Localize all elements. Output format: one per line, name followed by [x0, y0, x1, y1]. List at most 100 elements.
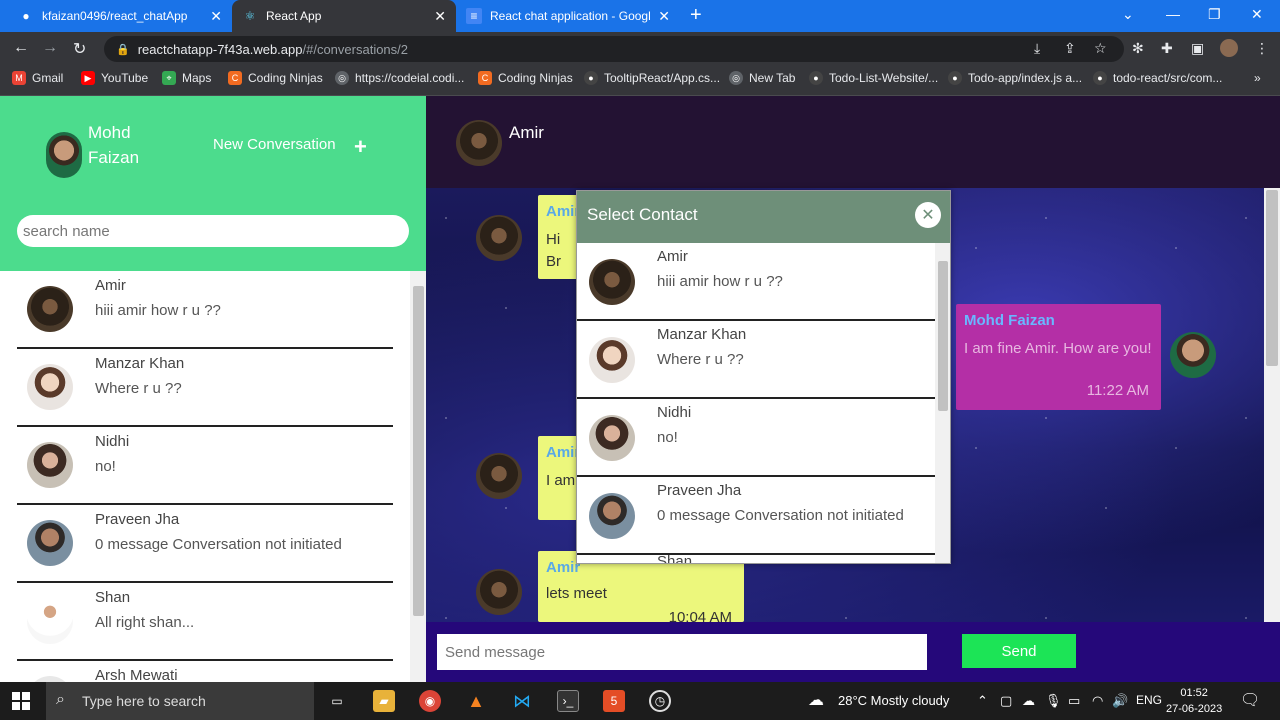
- volume-icon[interactable]: 🔊: [1112, 693, 1128, 709]
- user-avatar[interactable]: [46, 132, 82, 178]
- clock[interactable]: 01:52 27-06-2023: [1166, 685, 1222, 717]
- user-name: Mohd Faizan: [88, 123, 140, 167]
- bookmark-new-tab[interactable]: ◎ New Tab: [729, 71, 795, 85]
- sender-avatar: [1170, 332, 1216, 378]
- bookmark-todo-react[interactable]: ● todo-react/src/com...: [1093, 71, 1222, 85]
- conversation-item[interactable]: Manzar Khan Where r u ??: [17, 349, 393, 427]
- bookmark-youtube[interactable]: ▶ YouTube: [81, 71, 148, 85]
- bookmark-coding-ninjas[interactable]: C Coding Ninjas: [478, 71, 573, 85]
- tab-google-docs[interactable]: ≡ React chat application - Google D ✕: [456, 0, 680, 32]
- taskbar-search[interactable]: ⌕ Type here to search: [46, 682, 314, 720]
- share-icon[interactable]: ⇪: [1064, 40, 1076, 57]
- tab-github[interactable]: ● kfaizan0496/react_chatApp ✕: [8, 0, 232, 32]
- close-window-icon[interactable]: ✕: [1251, 6, 1263, 23]
- modal-scroll-thumb[interactable]: [938, 261, 948, 411]
- vlc-icon[interactable]: ▲: [465, 690, 487, 712]
- profile-avatar[interactable]: [1220, 39, 1238, 57]
- contact-name: Praveen Jha: [95, 511, 180, 528]
- install-icon[interactable]: ⤓: [1034, 40, 1040, 57]
- github-icon: ●: [1093, 71, 1107, 85]
- weather-icon[interactable]: ☁: [808, 690, 824, 710]
- terminal-icon[interactable]: ›_: [557, 690, 579, 712]
- contact-avatar[interactable]: [456, 120, 502, 166]
- address-bar[interactable]: 🔒 reactchatapp-7f43a.web.app /#/conversa…: [104, 36, 1124, 62]
- contact-item[interactable]: Praveen Jha 0 message Conversation not i…: [577, 477, 935, 555]
- conversation-item[interactable]: Shan All right shan...: [17, 583, 393, 661]
- tab-label: kfaizan0496/react_chatApp: [42, 9, 188, 23]
- chevron-up-icon[interactable]: ⌃: [977, 693, 988, 709]
- close-icon[interactable]: ✕: [915, 202, 941, 228]
- new-conversation-button[interactable]: New Conversation: [213, 136, 336, 153]
- back-icon[interactable]: ←: [13, 39, 29, 57]
- chrome-icon[interactable]: ◉: [419, 690, 441, 712]
- windows-taskbar: ⌕ Type here to search ▭ ▰ ◉ ▲ ⋈ ›_ 5 ◷ ☁…: [0, 682, 1280, 720]
- tray-app-icon[interactable]: ▢: [1000, 693, 1012, 709]
- message-input[interactable]: [437, 634, 927, 670]
- select-contact-modal: Select Contact ✕ Amir hiii amir how r u …: [576, 190, 951, 564]
- tab-label: React chat application - Google D: [490, 9, 650, 23]
- close-tab-icon[interactable]: ✕: [658, 8, 670, 25]
- message-text: Hi Br: [546, 231, 561, 270]
- bookmark-todo-app[interactable]: ● Todo-app/index.js a...: [948, 71, 1082, 85]
- minimize-icon[interactable]: —: [1166, 6, 1180, 22]
- forward-icon[interactable]: →: [42, 39, 58, 57]
- maximize-icon[interactable]: ❐: [1208, 6, 1221, 23]
- performance-icon[interactable]: ◷: [649, 690, 671, 712]
- sender-name: Amir: [546, 444, 578, 461]
- bookmarks-overflow[interactable]: »: [1254, 71, 1261, 85]
- weather-text[interactable]: 28°C Mostly cloudy: [838, 693, 949, 708]
- sender-name: Amir: [546, 203, 578, 220]
- bookmark-tooltip-react[interactable]: ● TooltipReact/App.cs...: [584, 71, 720, 85]
- sender-name: Mohd Faizan: [964, 312, 1055, 329]
- tab-search-icon[interactable]: ⌄: [1122, 6, 1134, 23]
- task-view-icon[interactable]: ▭: [326, 690, 348, 712]
- contact-item[interactable]: Shan: [577, 553, 935, 563]
- conversation-item[interactable]: Nidhi no!: [17, 427, 393, 505]
- bookmark-coding-ninjas[interactable]: C Coding Ninjas: [228, 71, 323, 85]
- react-icon: ⚛: [244, 9, 256, 23]
- contact-name: Amir: [95, 277, 126, 294]
- puzzle-icon[interactable]: ✚: [1161, 40, 1173, 57]
- bookmark-label: https://codeial.codi...: [355, 71, 465, 85]
- windows-start-icon[interactable]: [12, 692, 30, 710]
- contact-item[interactable]: Amir hiii amir how r u ??: [577, 243, 935, 321]
- close-tab-icon[interactable]: ✕: [434, 8, 446, 25]
- contact-name: Manzar Khan: [657, 326, 747, 343]
- wifi-icon[interactable]: ◠: [1092, 693, 1103, 709]
- contact-item[interactable]: Nidhi no!: [577, 399, 935, 477]
- coding-ninjas-icon: C: [228, 71, 242, 85]
- sender-avatar: [476, 215, 522, 261]
- bookmark-maps[interactable]: ⌖ Maps: [162, 71, 211, 85]
- side-panel-icon[interactable]: ▣: [1191, 40, 1204, 57]
- chat-scroll-thumb[interactable]: [1266, 190, 1278, 366]
- file-explorer-icon[interactable]: ▰: [373, 690, 395, 712]
- conversation-item[interactable]: Arsh Mewati: [17, 661, 393, 682]
- notification-icon[interactable]: 🗨: [1240, 690, 1260, 710]
- html-editor-icon[interactable]: 5: [603, 690, 625, 712]
- menu-icon[interactable]: ⋮: [1255, 40, 1269, 57]
- new-tab-icon[interactable]: +: [690, 4, 702, 27]
- bookmark-codeial[interactable]: ◎ https://codeial.codi...: [335, 71, 464, 85]
- bookmark-gmail[interactable]: M Gmail: [12, 71, 63, 85]
- search-input[interactable]: [17, 215, 409, 247]
- conversation-item[interactable]: Praveen Jha 0 message Conversation not i…: [17, 505, 393, 583]
- extension-icon[interactable]: ✻: [1132, 40, 1144, 57]
- battery-icon[interactable]: ▭: [1068, 693, 1080, 709]
- conversation-item[interactable]: Amir hiii amir how r u ??: [17, 271, 393, 349]
- sidebar-scroll-thumb[interactable]: [413, 286, 424, 616]
- microphone-icon[interactable]: 🎙: [1045, 693, 1062, 709]
- browser-toolbar: ← → ↻ 🔒 reactchatapp-7f43a.web.app /#/co…: [0, 32, 1280, 66]
- language-indicator[interactable]: ENG: [1136, 693, 1162, 707]
- contact-item[interactable]: Manzar Khan Where r u ??: [577, 321, 935, 399]
- bookmark-todo-list[interactable]: ● Todo-List-Website/...: [809, 71, 938, 85]
- conversation-list: Amir hiii amir how r u ?? Manzar Khan Wh…: [0, 271, 426, 682]
- send-button[interactable]: Send: [962, 634, 1076, 668]
- close-tab-icon[interactable]: ✕: [210, 8, 222, 25]
- last-message: no!: [95, 458, 116, 475]
- tab-react-app[interactable]: ⚛ React App ✕: [232, 0, 456, 32]
- vscode-icon[interactable]: ⋈: [511, 690, 533, 712]
- onedrive-icon[interactable]: ☁: [1022, 693, 1035, 709]
- reload-icon[interactable]: ↻: [73, 39, 86, 59]
- bookmark-star-icon[interactable]: ☆: [1094, 40, 1107, 57]
- plus-icon[interactable]: +: [354, 134, 367, 160]
